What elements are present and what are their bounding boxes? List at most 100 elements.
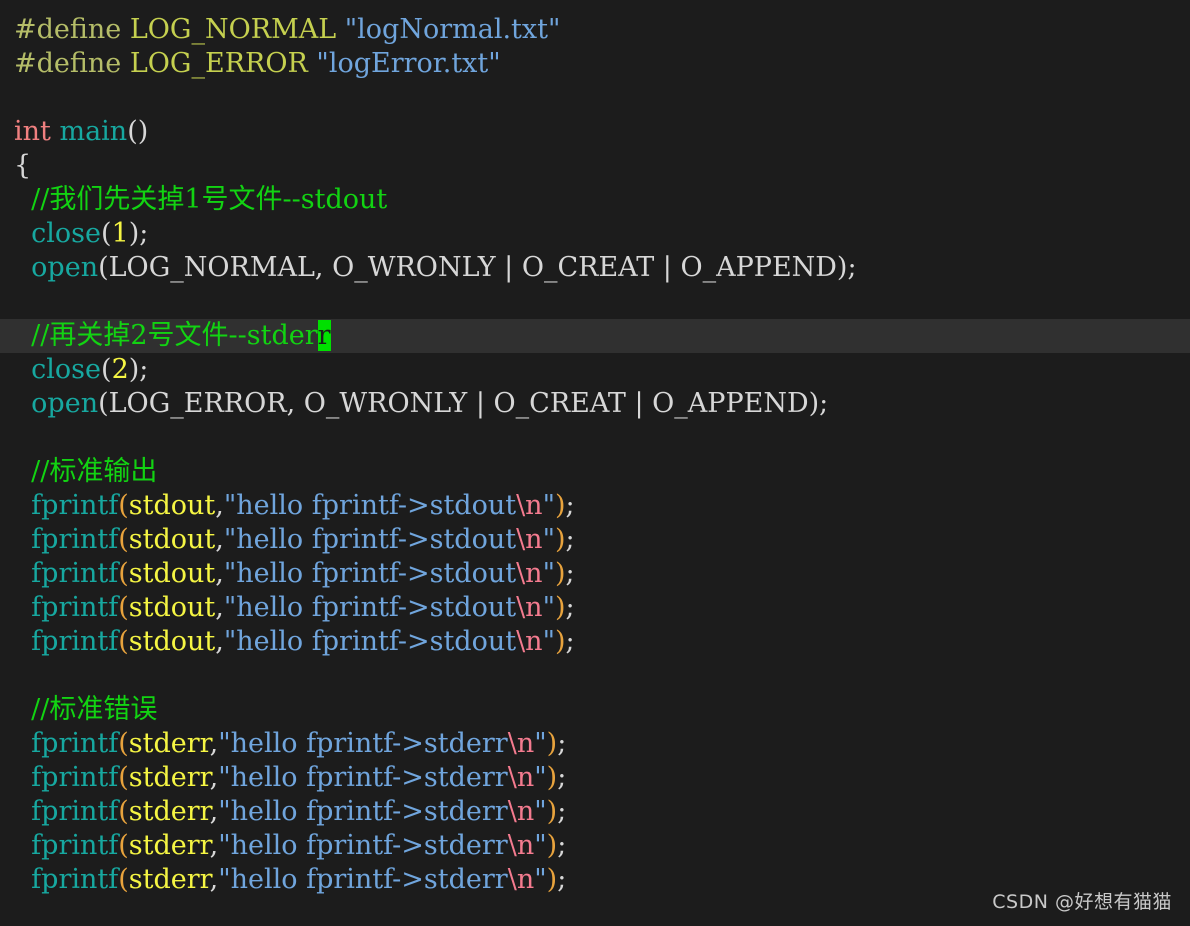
code-token: LOG_NORMAL: [129, 14, 345, 45]
code-token: close: [31, 354, 102, 385]
code-line[interactable]: fprintf(stdout,"hello fprintf->stdout\n"…: [0, 591, 1190, 625]
code-token: ;: [557, 762, 567, 793]
code-token: ,: [215, 490, 224, 521]
code-token: stderr: [128, 762, 210, 793]
code-token: ): [555, 558, 566, 589]
code-token: "hello fprintf->stderr: [218, 728, 508, 759]
code-token: );: [128, 218, 149, 249]
code-token: fprintf: [31, 830, 119, 861]
code-token: ): [555, 490, 566, 521]
code-token: ): [546, 762, 558, 793]
code-line[interactable]: open(LOG_NORMAL, O_WRONLY | O_CREAT | O_…: [0, 251, 1190, 285]
code-line[interactable]: fprintf(stdout,"hello fprintf->stdout\n"…: [0, 557, 1190, 591]
code-editor[interactable]: #define LOG_NORMAL "logNormal.txt" #defin…: [0, 0, 1190, 926]
code-line[interactable]: [0, 81, 1190, 115]
code-line-current[interactable]: //再关掉2号文件--stderr: [0, 319, 1190, 353]
code-line[interactable]: #define LOG_ERROR "logError.txt": [0, 47, 1190, 81]
code-token: stdout: [128, 558, 216, 589]
code-token: "hello fprintf->stderr: [218, 796, 508, 827]
code-line[interactable]: #define LOG_NORMAL "logNormal.txt": [0, 13, 1190, 47]
code-token: ;: [557, 728, 567, 759]
code-line[interactable]: fprintf(stdout,"hello fprintf->stdout\n"…: [0, 523, 1190, 557]
code-token: (: [118, 490, 129, 521]
code-token: ): [555, 524, 566, 555]
code-token: ": [534, 796, 547, 827]
code-token: \n: [516, 490, 543, 521]
code-token: (LOG_ERROR, O_WRONLY | O_CREAT | O_APPEN…: [98, 388, 829, 419]
code-token: (: [118, 558, 129, 589]
code-line[interactable]: fprintf(stderr,"hello fprintf->stderr\n"…: [0, 829, 1190, 863]
code-line[interactable]: {: [0, 149, 1190, 183]
code-line[interactable]: fprintf(stderr,"hello fprintf->stderr\n"…: [0, 761, 1190, 795]
code-token: stderr: [128, 830, 210, 861]
code-line[interactable]: close(1);: [0, 217, 1190, 251]
code-token: stderr: [128, 728, 210, 759]
code-token: ": [542, 524, 555, 555]
code-token: (: [118, 796, 129, 827]
code-token: ,: [215, 558, 224, 589]
code-token: ,: [215, 592, 224, 623]
code-line[interactable]: fprintf(stderr,"hello fprintf->stderr\n"…: [0, 727, 1190, 761]
code-token: //标准错误: [14, 694, 158, 725]
code-token: "hello fprintf->stdout: [223, 524, 517, 555]
code-token: ): [555, 626, 566, 657]
code-token: #define: [14, 48, 130, 79]
code-token: ,: [215, 524, 224, 555]
code-line[interactable]: [0, 659, 1190, 693]
code-token: ,: [209, 830, 219, 861]
code-line[interactable]: fprintf(stdout,"hello fprintf->stdout\n"…: [0, 489, 1190, 523]
code-token: ": [542, 558, 555, 589]
code-token: "hello fprintf->stderr: [218, 762, 508, 793]
code-token: ;: [565, 558, 575, 589]
code-line[interactable]: //我们先关掉1号文件--stdout: [0, 183, 1190, 217]
code-line[interactable]: //标准输出: [0, 455, 1190, 489]
code-token: fprintf: [31, 592, 119, 623]
code-token: fprintf: [31, 558, 119, 589]
code-token: ;: [557, 864, 567, 895]
code-line[interactable]: int main(): [0, 115, 1190, 149]
code-token: fprintf: [31, 762, 119, 793]
code-token: ": [542, 490, 555, 521]
code-line[interactable]: fprintf(stderr,"hello fprintf->stderr\n"…: [0, 795, 1190, 829]
code-token: stdout: [128, 626, 216, 657]
code-line[interactable]: fprintf(stdout,"hello fprintf->stdout\n"…: [0, 625, 1190, 659]
code-token: ": [542, 592, 555, 623]
code-token: \n: [507, 796, 535, 827]
code-token: ,: [209, 728, 219, 759]
code-token: stderr: [128, 864, 210, 895]
code-token: \n: [507, 830, 535, 861]
code-token: main: [59, 116, 128, 147]
code-token: \n: [516, 592, 543, 623]
code-token: \n: [516, 558, 543, 589]
code-token: ;: [557, 830, 567, 861]
code-token: //标准输出: [14, 456, 158, 487]
code-token: (: [118, 762, 129, 793]
code-token: fprintf: [31, 796, 119, 827]
code-token: ;: [565, 626, 575, 657]
code-line[interactable]: open(LOG_ERROR, O_WRONLY | O_CREAT | O_A…: [0, 387, 1190, 421]
code-token: (: [118, 864, 129, 895]
code-line[interactable]: close(2);: [0, 353, 1190, 387]
code-token: ,: [209, 796, 219, 827]
code-token: 2: [111, 354, 129, 385]
code-line[interactable]: //标准错误: [0, 693, 1190, 727]
code-line[interactable]: [0, 421, 1190, 455]
code-token: stderr: [128, 796, 210, 827]
code-line[interactable]: [0, 285, 1190, 319]
code-token: open: [31, 252, 99, 283]
code-token: //再关掉2号文件--stder: [14, 320, 318, 351]
code-token: stdout: [128, 524, 216, 555]
code-token: (: [101, 354, 112, 385]
code-token: ;: [565, 490, 575, 521]
code-token: "hello fprintf->stdout: [223, 558, 517, 589]
